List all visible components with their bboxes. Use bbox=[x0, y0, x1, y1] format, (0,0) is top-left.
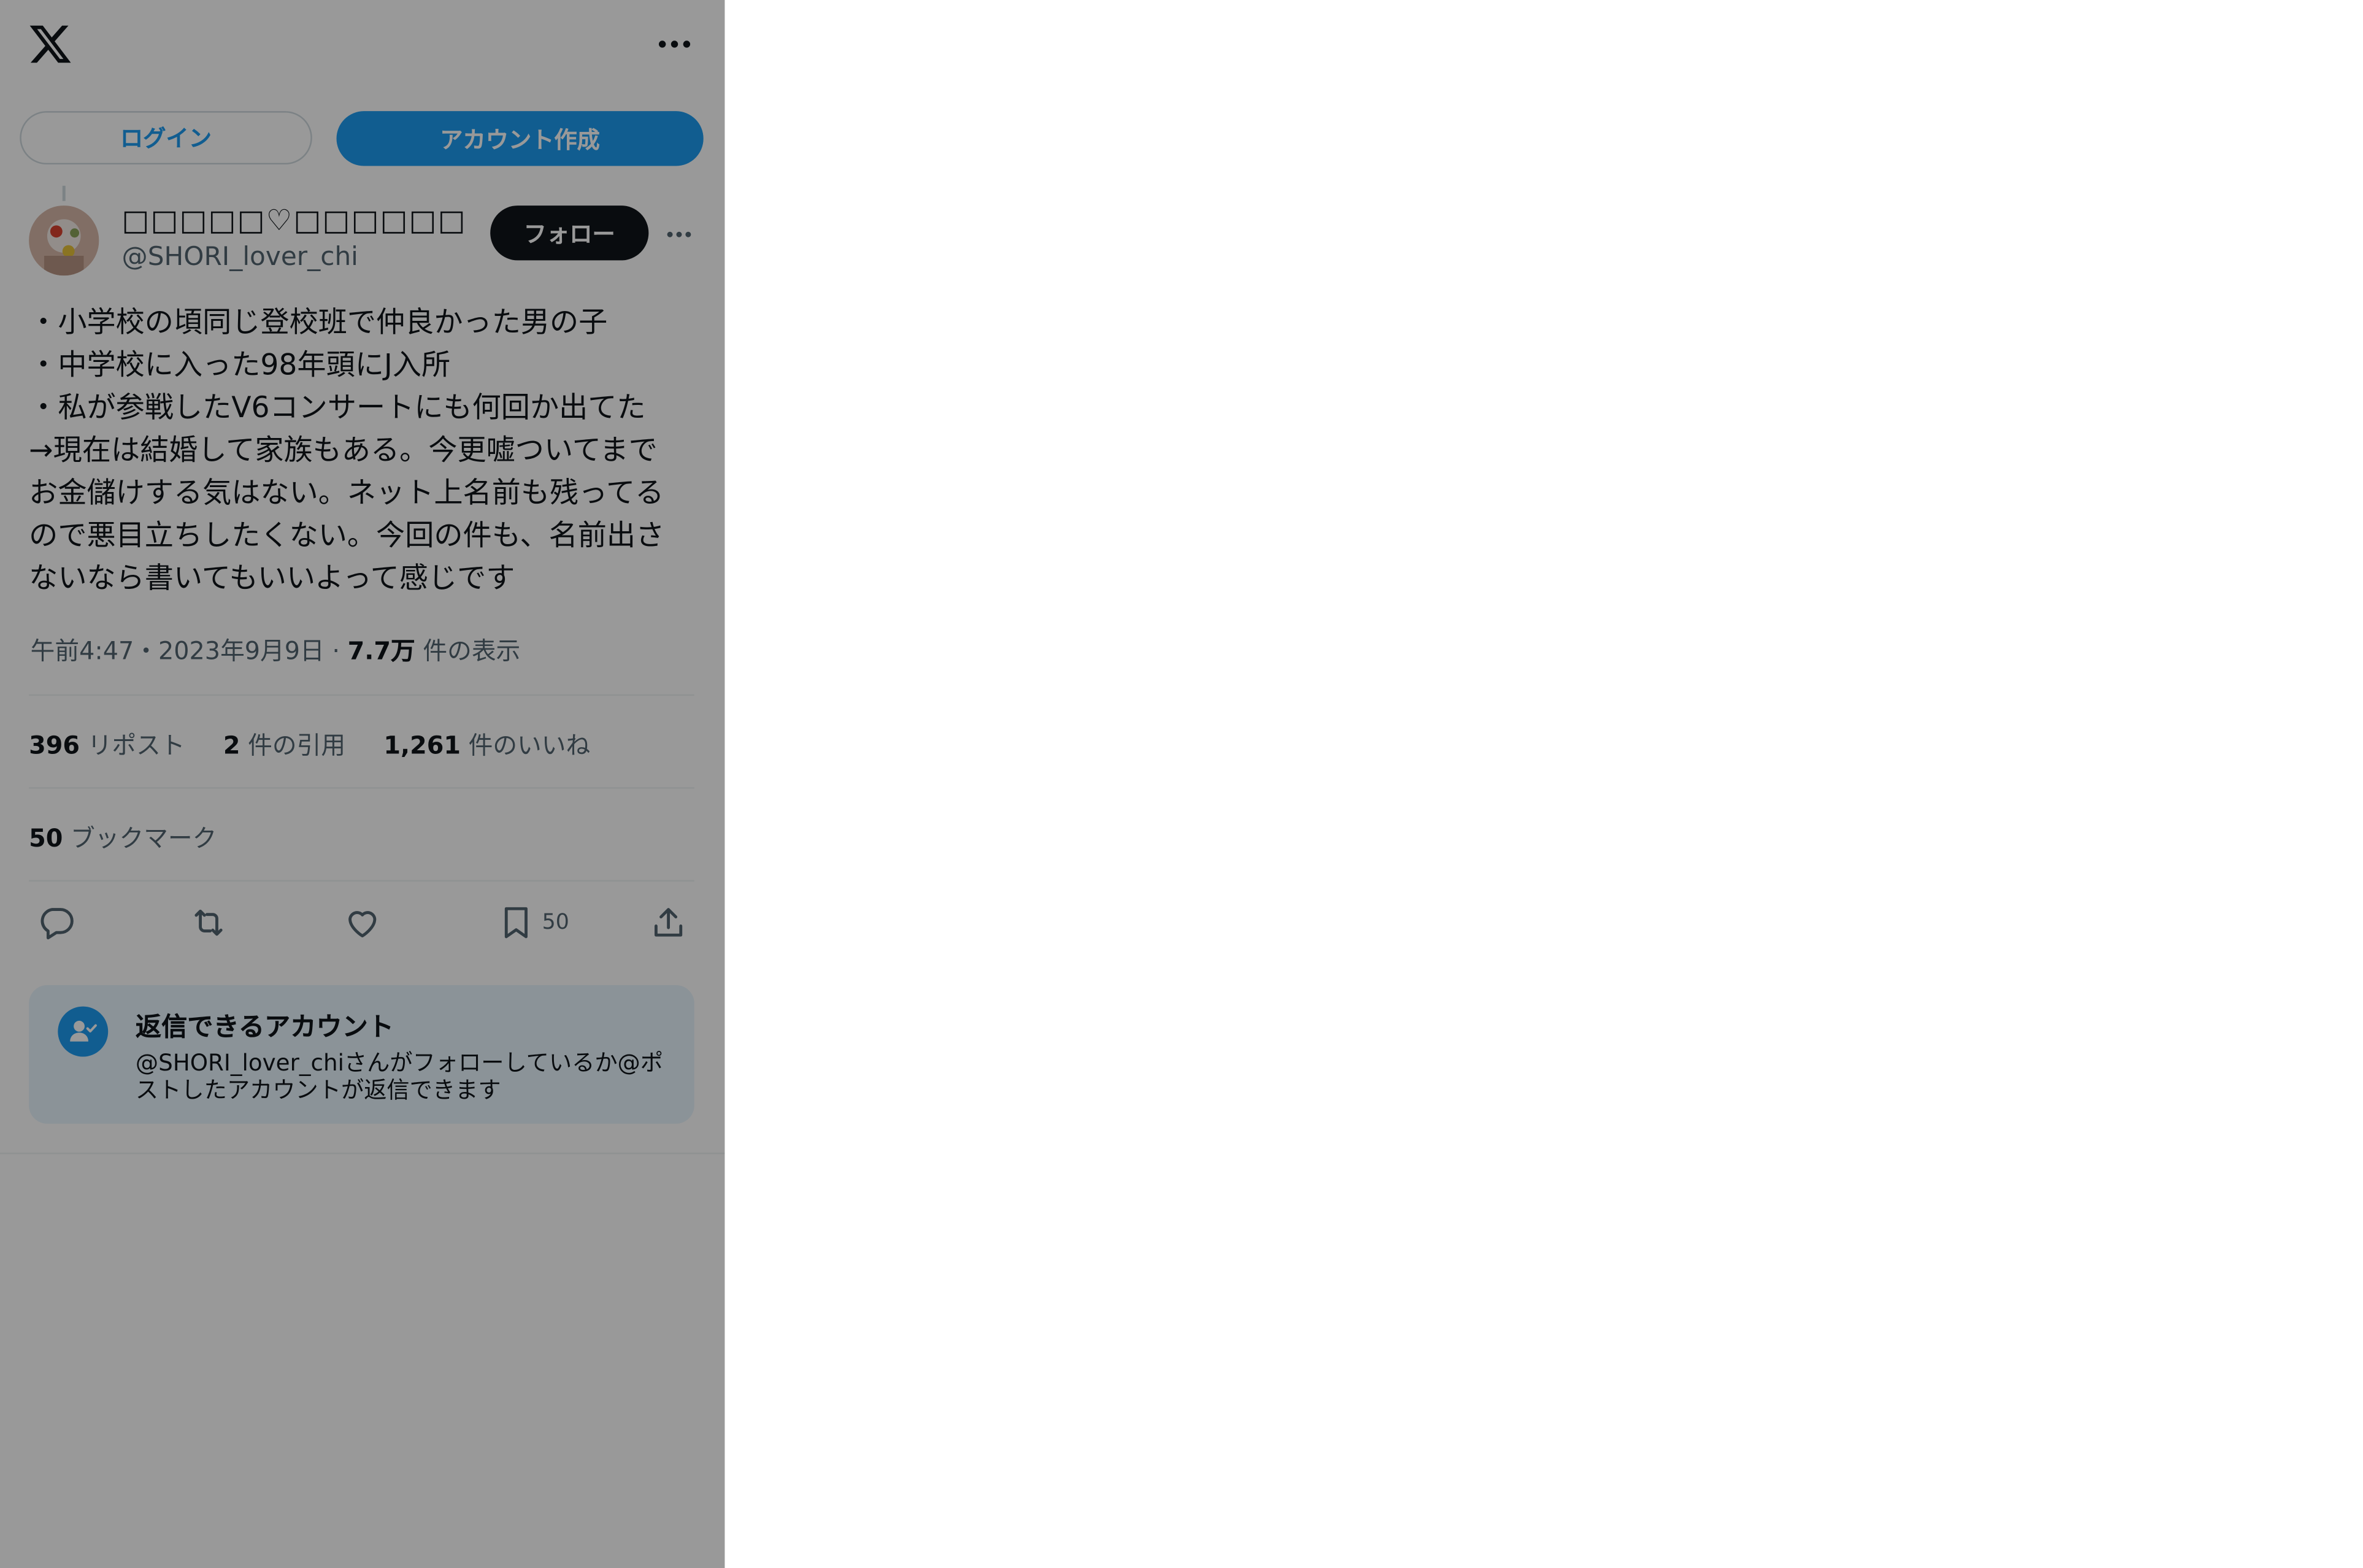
tweet-text-line: ので悪目立ちしたくない。今回の件も、名前出さ bbox=[29, 519, 665, 553]
likes-count: 1,261 bbox=[383, 731, 461, 760]
views-label: 件の表示 bbox=[423, 636, 521, 666]
views-count: 7.7万 bbox=[347, 636, 415, 666]
avatar-image bbox=[29, 206, 99, 276]
meta-separator: · bbox=[324, 636, 348, 666]
divider bbox=[29, 787, 694, 789]
follow-button[interactable]: フォロー bbox=[490, 206, 649, 261]
likes-stat[interactable]: 1,261 件のいいね bbox=[383, 731, 590, 759]
tweet-time[interactable]: 午前4:47 bbox=[31, 636, 134, 665]
thread-line bbox=[62, 185, 66, 201]
divider bbox=[29, 694, 694, 696]
tweet-text-line: ・小学校の頃同じ登校班で仲良かった男の子 bbox=[29, 306, 608, 340]
tweet-page: ログイン アカウント作成 □□□□□♡□□□□□□ @SHORI_lover_c… bbox=[0, 0, 725, 1568]
avatar[interactable] bbox=[29, 206, 99, 276]
tweet-text-line: ないなら書いてもいいよって感じです bbox=[29, 561, 515, 596]
reposts-count: 396 bbox=[29, 731, 80, 760]
divider bbox=[29, 880, 694, 882]
bookmark-icon[interactable] bbox=[496, 903, 536, 943]
tweet-date[interactable]: 2023年9月9日 bbox=[158, 636, 325, 665]
tweet-text-line: →現在は結婚して家族もある。今更嘘ついてまで bbox=[29, 434, 658, 467]
tweet-text-line: お金儲けする気はない。ネット上名前も残ってる bbox=[29, 476, 664, 510]
divider bbox=[0, 1152, 725, 1155]
like-icon[interactable] bbox=[342, 903, 382, 943]
tweet-more-icon[interactable] bbox=[664, 224, 694, 245]
tweet-meta: 午前4:47・2023年9月9日 · 7.7万 件の表示 bbox=[31, 631, 521, 667]
tweet-text: ・小学校の頃同じ登校班で仲良かった男の子 ・中学校に入った98年頭にJ入所 ・私… bbox=[29, 301, 699, 599]
reposts-stat[interactable]: 396 リポスト bbox=[29, 731, 185, 759]
bookmark-action-count: 50 bbox=[542, 910, 569, 935]
login-button[interactable]: ログイン bbox=[20, 111, 312, 165]
signup-button[interactable]: アカウント作成 bbox=[336, 111, 704, 166]
display-name[interactable]: □□□□□♡□□□□□□ bbox=[122, 204, 467, 238]
share-icon[interactable] bbox=[648, 903, 688, 943]
bookmarks-count: 50 bbox=[29, 823, 63, 853]
quotes-stat[interactable]: 2 件の引用 bbox=[223, 731, 345, 759]
more-horizontal-icon[interactable] bbox=[655, 31, 694, 58]
bookmarks-stat[interactable]: 50 ブックマーク bbox=[29, 818, 217, 855]
person-check-icon bbox=[58, 1006, 109, 1057]
likes-label: 件のいいね bbox=[468, 731, 591, 760]
bookmarks-label: ブックマーク bbox=[71, 823, 217, 853]
tweet-text-line: ・中学校に入った98年頭にJ入所 bbox=[29, 348, 451, 382]
user-handle[interactable]: @SHORI_lover_chi bbox=[122, 242, 358, 273]
reply-notice-description: @SHORI_lover_chiさんがフォローしているか@ポストしたアカウントが… bbox=[135, 1049, 664, 1104]
reposts-label: リポスト bbox=[87, 731, 185, 760]
reply-notice-title: 返信できるアカウント bbox=[135, 1012, 394, 1043]
reply-icon[interactable] bbox=[37, 903, 77, 943]
quotes-count: 2 bbox=[223, 731, 240, 760]
meta-separator: ・ bbox=[134, 636, 159, 666]
engagement-stats: 396 リポスト 2 件の引用 1,261 件のいいね bbox=[29, 724, 621, 761]
quotes-label: 件の引用 bbox=[248, 731, 346, 760]
x-logo-icon[interactable] bbox=[28, 21, 73, 67]
tweet-text-line: ・私が参戦したV6コンサートにも何回か出てた bbox=[29, 391, 646, 425]
repost-icon[interactable] bbox=[189, 903, 229, 943]
